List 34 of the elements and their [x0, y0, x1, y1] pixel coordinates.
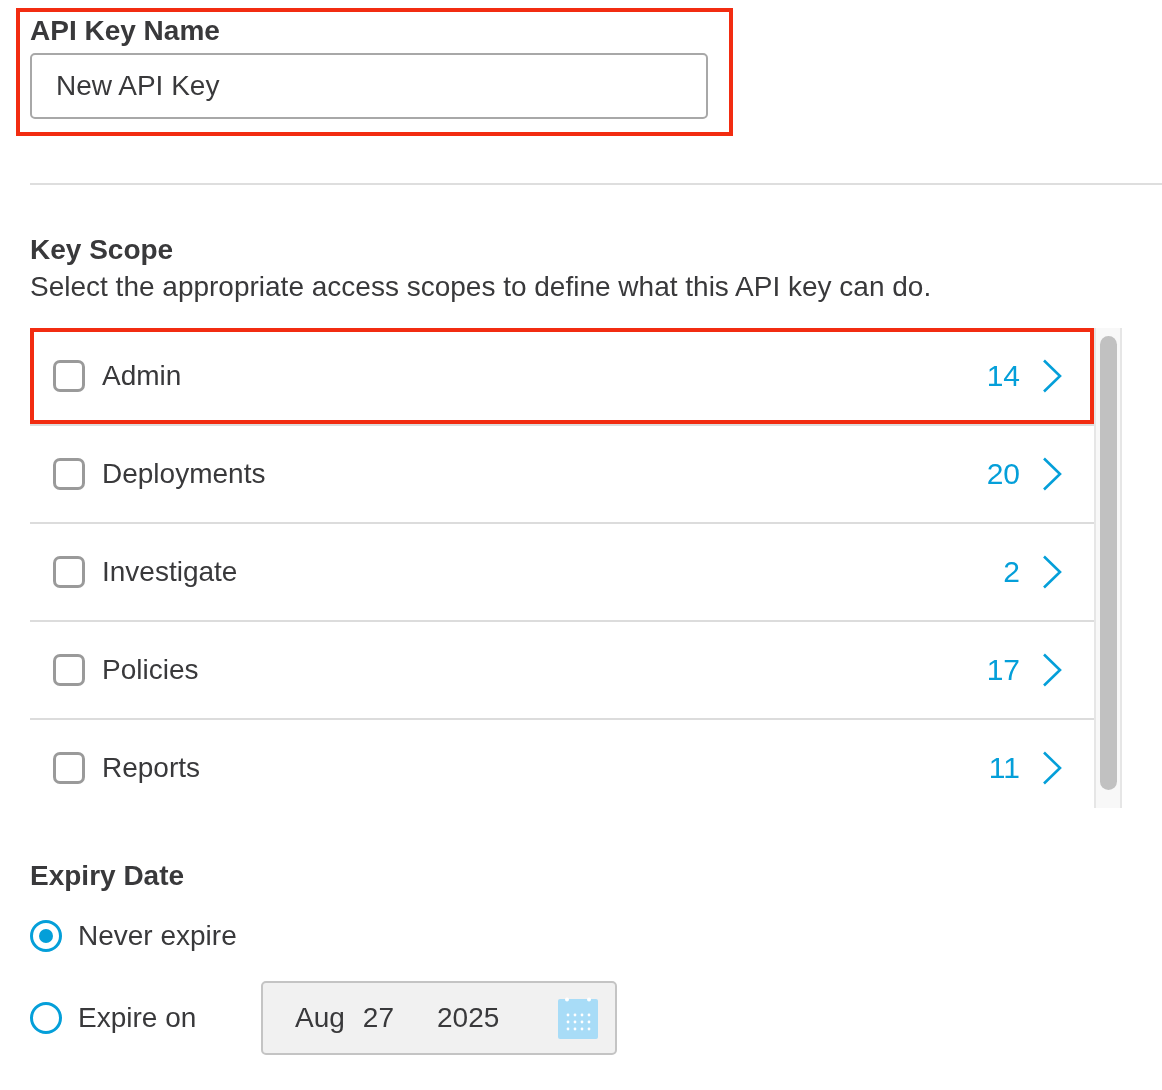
checkbox[interactable] — [53, 654, 85, 686]
chevron-right-icon[interactable] — [1042, 653, 1062, 687]
chevron-right-icon[interactable] — [1042, 359, 1062, 393]
checkbox[interactable] — [53, 752, 85, 784]
scope-count: 2 — [1003, 555, 1020, 589]
section-title: Expiry Date — [30, 859, 186, 893]
radio-button[interactable] — [30, 920, 62, 952]
scope-row[interactable]: Admin 14 — [30, 328, 1094, 426]
radio-label[interactable]: Expire on — [78, 1002, 261, 1034]
field-label: API Key Name — [30, 14, 221, 48]
checkbox[interactable] — [53, 556, 85, 588]
scope-row[interactable]: Policies 17 — [30, 622, 1094, 720]
scope-label: Investigate — [102, 556, 239, 588]
chevron-right-icon[interactable] — [1042, 555, 1062, 589]
scope-label: Admin — [102, 360, 183, 392]
scrollbar-thumb[interactable] — [1100, 336, 1117, 790]
scope-count: 14 — [986, 359, 1020, 393]
section-description: Select the appropriate access scopes to define what this API key can do. — [30, 270, 933, 304]
scope-label: Policies — [102, 654, 200, 686]
scope-label: Deployments — [102, 458, 267, 490]
checkbox[interactable] — [53, 458, 85, 490]
scope-count: 11 — [988, 751, 1020, 785]
scope-count: 20 — [986, 457, 1020, 491]
scope-count: 17 — [986, 653, 1020, 687]
scope-row[interactable]: Deployments 20 — [30, 426, 1094, 524]
checkbox[interactable] — [53, 360, 85, 392]
chevron-right-icon[interactable] — [1042, 751, 1062, 785]
chevron-right-icon[interactable] — [1042, 457, 1062, 491]
scope-row[interactable]: Investigate 2 — [30, 524, 1094, 622]
input-field[interactable]: New API Key — [30, 53, 708, 119]
radio-label[interactable]: Never expire — [78, 920, 237, 952]
scope-label: Reports — [102, 752, 202, 784]
section-title: Key Scope — [30, 233, 175, 267]
radio-button[interactable] — [30, 1002, 62, 1034]
